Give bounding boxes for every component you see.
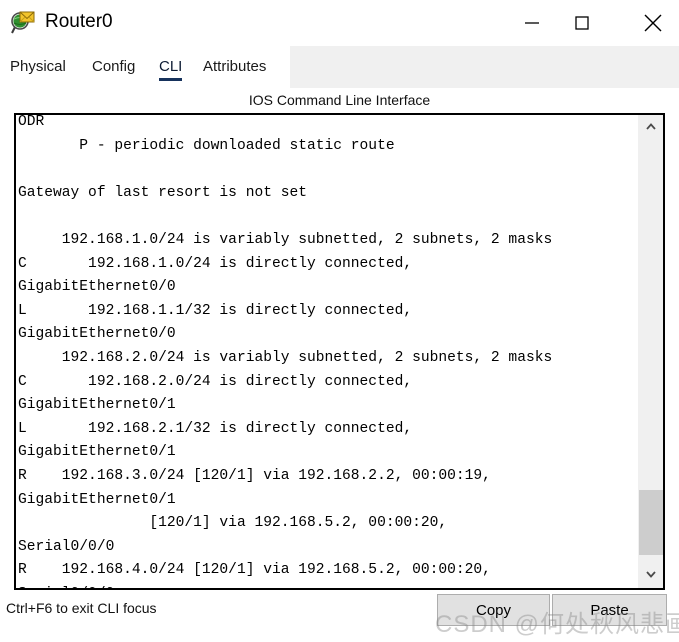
terminal-line: Gateway of last resort is not set <box>18 184 308 201</box>
close-icon <box>642 12 664 34</box>
tab-cli-label: CLI <box>159 58 183 75</box>
cli-focus-hint: Ctrl+F6 to exit CLI focus <box>6 600 157 616</box>
maximize-button[interactable] <box>559 0 605 46</box>
cli-panel-caption: IOS Command Line Interface <box>248 92 431 108</box>
copy-button[interactable]: Copy <box>437 594 550 626</box>
tab-config[interactable]: Config <box>92 46 135 88</box>
minimize-icon <box>523 14 541 32</box>
tab-cli[interactable]: CLI <box>159 46 183 88</box>
terminal-line: L 192.168.2.1/32 is directly connected, <box>18 420 413 437</box>
close-button[interactable] <box>630 0 676 46</box>
tab-physical[interactable]: Physical <box>10 46 66 88</box>
maximize-icon <box>573 14 591 32</box>
terminal-line: Serial0/0/0 <box>18 583 638 588</box>
tab-attributes-label: Attributes <box>203 58 267 75</box>
terminal-line: [120/1] via 192.168.5.2, 00:00:20, <box>18 515 448 532</box>
terminal-scrollbar[interactable] <box>637 115 663 588</box>
terminal-line: GigabitEthernet0/1 <box>18 491 176 508</box>
terminal-line: C 192.168.2.0/24 is directly connected, <box>18 373 413 390</box>
router-envelope-magnifier-icon <box>9 9 37 37</box>
terminal-line: R 192.168.4.0/24 [120/1] via 192.168.5.2… <box>18 562 491 579</box>
terminal-line: ODR <box>18 114 45 130</box>
scrollbar-thumb[interactable] <box>639 490 663 555</box>
terminal-line: GigabitEthernet0/0 <box>18 326 176 343</box>
terminal-line: R 192.168.3.0/24 [120/1] via 192.168.2.2… <box>18 467 491 484</box>
terminal-line: GigabitEthernet0/0 <box>18 279 176 296</box>
terminal-line: GigabitEthernet0/1 <box>18 444 176 461</box>
tab-bar: Physical Config CLI Attributes <box>0 46 679 88</box>
paste-button-label: Paste <box>590 601 629 619</box>
tab-config-label: Config <box>92 58 136 75</box>
minimize-button[interactable] <box>509 0 555 46</box>
window-title: Router0 <box>45 11 113 32</box>
tab-physical-label: Physical <box>10 58 66 75</box>
window-title-bar: Router0 <box>0 0 679 46</box>
scroll-up-button[interactable] <box>638 115 663 141</box>
scroll-down-button[interactable] <box>638 562 663 588</box>
chevron-up-icon <box>644 120 658 137</box>
cli-terminal[interactable]: ODR P - periodic downloaded static route… <box>14 113 665 590</box>
terminal-line: 192.168.1.0/24 is variably subnetted, 2 … <box>18 231 553 248</box>
terminal-line: C 192.168.1.0/24 is directly connected, <box>18 255 413 272</box>
tab-attributes[interactable]: Attributes <box>203 46 266 88</box>
terminal-line: P - periodic downloaded static route <box>18 137 395 154</box>
chevron-down-icon <box>644 567 658 584</box>
terminal-output-text[interactable]: ODR P - periodic downloaded static route… <box>18 114 638 588</box>
copy-button-label: Copy <box>475 601 512 619</box>
terminal-line: GigabitEthernet0/1 <box>18 397 176 414</box>
paste-button[interactable]: Paste <box>552 594 667 626</box>
tab-cli-active-indicator <box>159 78 183 81</box>
terminal-line: L 192.168.1.1/32 is directly connected, <box>18 302 413 319</box>
terminal-line: 192.168.2.0/24 is variably subnetted, 2 … <box>18 349 553 366</box>
terminal-line: Serial0/0/0 <box>18 538 115 555</box>
